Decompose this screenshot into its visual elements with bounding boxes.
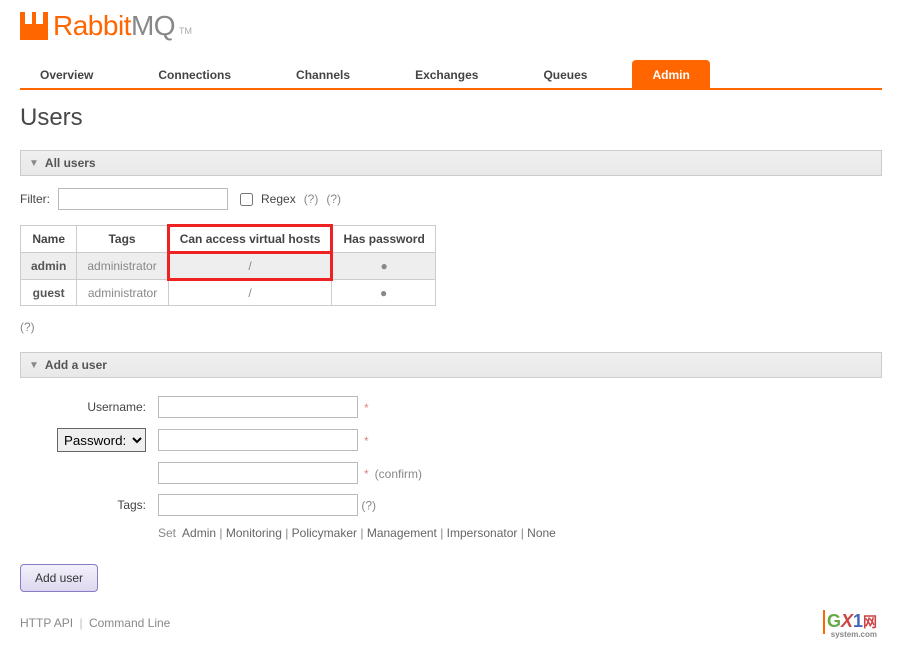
http-api-link[interactable]: HTTP API [20,616,73,630]
nav-queues[interactable]: Queues [523,60,607,88]
col-name[interactable]: Name [21,226,77,253]
required-marker: * [364,401,369,415]
regex-label: Regex [261,192,296,206]
col-vhosts[interactable]: Can access virtual hosts [168,226,332,253]
confirm-label: (confirm) [375,467,422,481]
collapse-icon: ▼ [29,158,39,169]
nav-overview[interactable]: Overview [20,60,113,88]
password-confirm-input[interactable] [158,462,358,484]
username-input[interactable] [158,396,358,418]
tag-monitoring[interactable]: Monitoring [226,526,282,540]
rabbitmq-icon [20,12,48,40]
section-add-user[interactable]: ▼ Add a user [20,352,882,378]
tag-management[interactable]: Management [367,526,437,540]
tag-impersonator[interactable]: Impersonator [447,526,518,540]
main-nav: Overview Connections Channels Exchanges … [20,60,882,90]
filter-help-2[interactable]: (?) [326,192,341,206]
cell-name: admin [21,253,77,280]
set-label: Set [158,526,176,540]
section-add-user-label: Add a user [45,358,107,372]
cell-password: ● [332,280,435,306]
tag-admin[interactable]: Admin [182,526,216,540]
nav-exchanges[interactable]: Exchanges [395,60,498,88]
cell-password: ● [332,253,435,280]
table-help[interactable]: (?) [20,320,882,334]
section-all-users[interactable]: ▼ All users [20,150,882,176]
tag-quickset: Set Admin | Monitoring | Policymaker | M… [154,522,560,544]
password-type-select[interactable]: Password: [57,428,146,452]
nav-channels[interactable]: Channels [276,60,370,88]
password-input[interactable] [158,429,358,451]
filter-help-1[interactable]: (?) [304,192,319,206]
table-row[interactable]: guest administrator / ● [21,280,436,306]
tag-none[interactable]: None [527,526,556,540]
tags-label: Tags: [22,490,152,520]
cell-vhosts: / [168,280,332,306]
logo-text-mq: MQ [131,10,175,42]
section-all-users-label: All users [45,156,96,170]
cell-tags: administrator [77,280,168,306]
username-label: Username: [22,392,152,422]
required-marker: * [364,434,369,448]
tag-policymaker[interactable]: Policymaker [292,526,357,540]
users-table: Name Tags Can access virtual hosts Has p… [20,224,436,306]
filter-input[interactable] [58,188,228,210]
regex-checkbox[interactable] [240,193,253,206]
nav-admin[interactable]: Admin [632,60,709,88]
logo-text-rabbit: Rabbit [53,10,131,42]
logo-tm: TM [179,26,192,36]
add-user-form: Username: * Password: * * (confirm) Tags:… [20,390,562,546]
filter-label: Filter: [20,192,50,206]
cell-tags: administrator [77,253,168,280]
nav-connections[interactable]: Connections [138,60,251,88]
add-user-button[interactable]: Add user [20,564,98,592]
watermark: GX1网 system.com [823,610,877,639]
cell-name: guest [21,280,77,306]
required-marker: * [364,467,369,481]
command-line-link[interactable]: Command Line [89,616,170,630]
col-password[interactable]: Has password [332,226,435,253]
separator: | [79,616,82,630]
cell-vhosts: / [168,253,332,280]
tags-input[interactable] [158,494,358,516]
page-title: Users [20,104,882,132]
footer: HTTP API | Command Line [20,616,882,630]
add-user-section: ▼ Add a user Username: * Password: * * (c… [20,352,882,592]
collapse-icon: ▼ [29,360,39,371]
col-tags[interactable]: Tags [77,226,168,253]
filter-row: Filter: Regex (?) (?) [20,188,882,210]
table-row[interactable]: admin administrator / ● [21,253,436,280]
logo: Rabbit MQ TM [20,10,882,42]
tags-help[interactable]: (?) [361,499,376,513]
